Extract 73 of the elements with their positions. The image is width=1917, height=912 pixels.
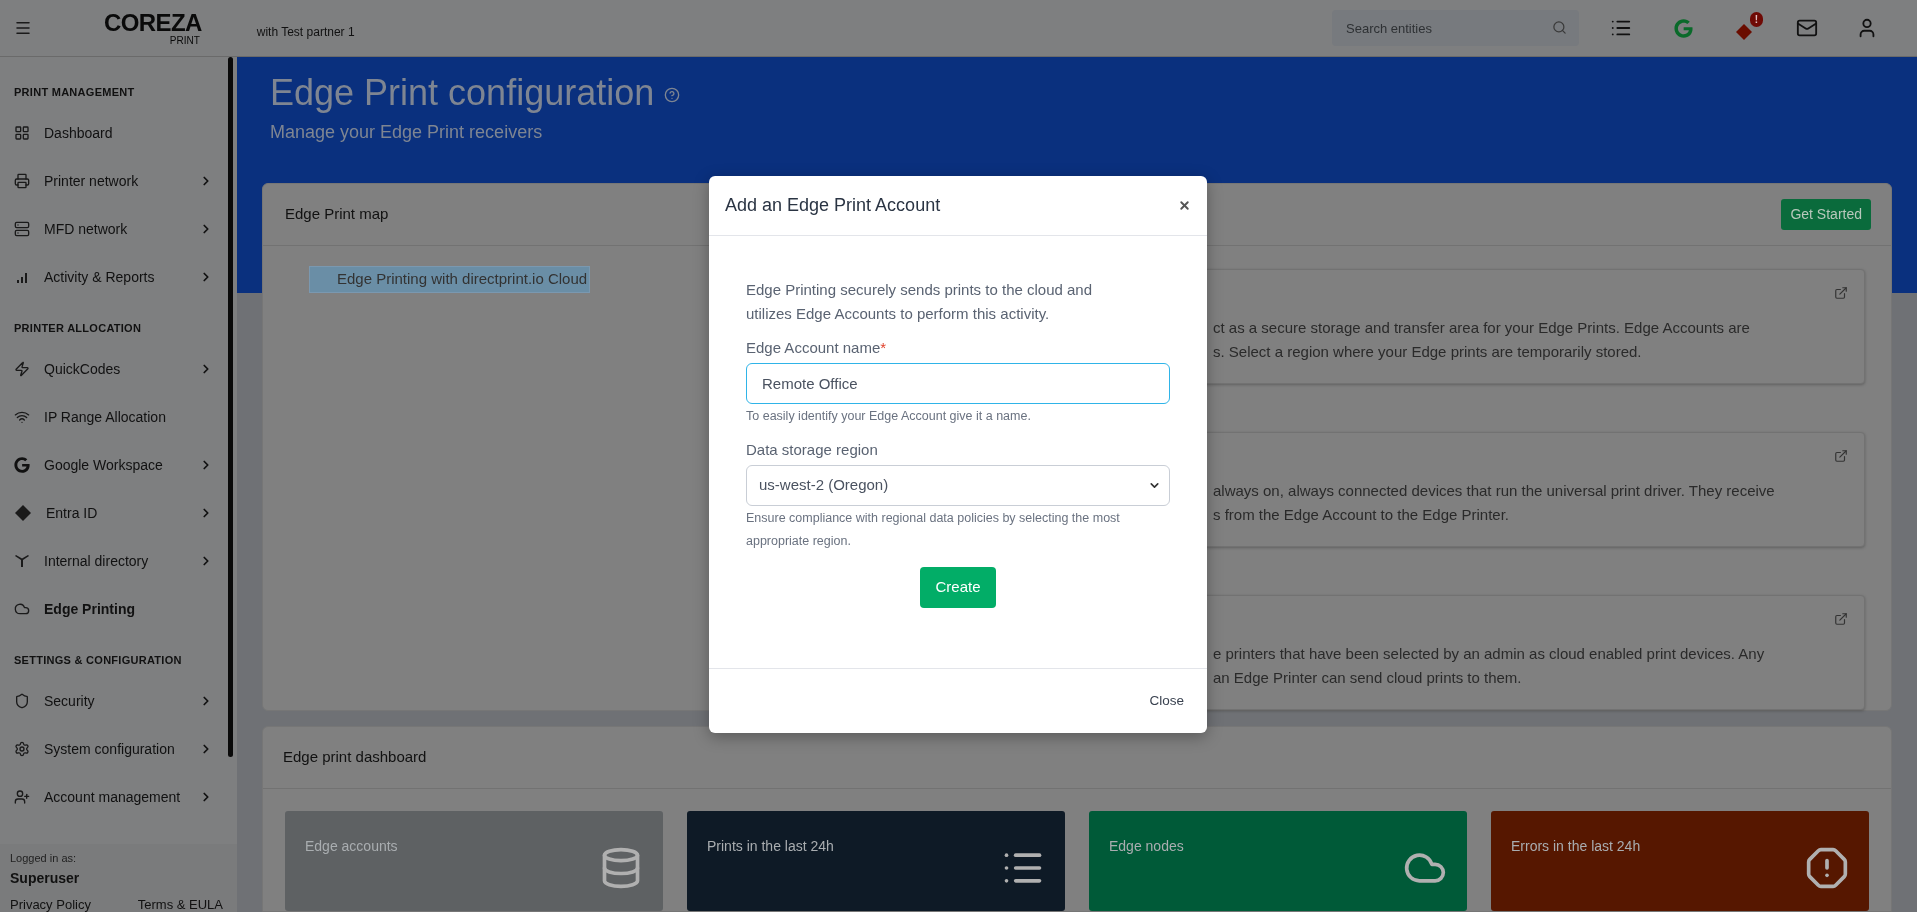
modal-intro: Edge Printing securely sends prints to the cloud and utilizes Edge Accounts to perform this activity.	[746, 280, 1094, 324]
lightning-icon	[14, 361, 30, 377]
section-heading: SETTINGS & CONFIGURATION	[13, 653, 183, 668]
tile-label: Edge accounts	[305, 837, 398, 854]
grid-icon	[14, 125, 30, 141]
tile-label: Errors in the last 24h	[1511, 837, 1641, 854]
external-link-icon[interactable]	[1834, 612, 1848, 626]
google-icon	[14, 457, 30, 473]
field-label: Edge Account name*	[746, 339, 887, 356]
diamond-icon	[14, 504, 32, 522]
field-label: Data storage region	[746, 441, 878, 458]
cloud-icon	[14, 601, 30, 617]
external-link-icon[interactable]	[1834, 449, 1848, 463]
close-icon-button[interactable]	[1177, 198, 1191, 213]
diamond-icon	[1734, 22, 1754, 42]
close-button[interactable]: Close	[1149, 690, 1184, 712]
nav-item[interactable]: System configuration	[0, 725, 237, 773]
diamond-button[interactable]: !	[1731, 10, 1765, 46]
nav-item[interactable]: Dashboard	[0, 109, 237, 157]
footer-link[interactable]: Privacy Policy	[10, 894, 91, 912]
settings-icon	[14, 741, 30, 757]
page-title: Edge Print configuration	[270, 71, 655, 115]
logo-subtitle: PRINT	[169, 35, 200, 46]
nav-item[interactable]: Entra ID	[0, 489, 237, 537]
help-text: To easily identify your Edge Account give it a name.	[746, 408, 1032, 425]
nav-item[interactable]: Account management	[0, 773, 237, 821]
shield-icon	[14, 693, 30, 709]
description-line: ct as a secure storage and transfer area for your Edge Prints. Edge Accounts are	[1213, 318, 1751, 338]
footer-link[interactable]: Terms & EULA	[137, 894, 223, 912]
search-field[interactable]: Search entities	[1332, 10, 1579, 46]
external-link-icon[interactable]	[1834, 286, 1848, 300]
tile-label: Edge nodes	[1109, 837, 1184, 854]
scrollbar-thumb[interactable]	[228, 57, 233, 757]
nav-item[interactable]: Google Workspace	[0, 441, 237, 489]
search-icon[interactable]	[1552, 20, 1567, 35]
user-add-icon	[14, 789, 30, 805]
wifi-icon	[14, 409, 30, 425]
printer-icon	[14, 173, 30, 189]
nav-item[interactable]: IP Range Allocation	[0, 393, 237, 441]
help-text: Ensure compliance with regional data policies by selecting the most appropriate region.	[746, 510, 1121, 550]
alert-icon	[1805, 846, 1849, 890]
description-line: always on, always connected devices that run the universal print driver. They receive	[1213, 481, 1776, 501]
section-heading: PRINTER ALLOCATION	[13, 321, 143, 336]
nav-item[interactable]: Printer network	[0, 157, 237, 205]
modal-title: Add an Edge Print Account	[725, 194, 941, 217]
select-field[interactable]: us-west-2 (Oregon)	[746, 465, 1170, 506]
description-line: e printers that have been selected by an admin as cloud enabled print devices. Any	[1213, 644, 1766, 664]
alert-badge: !	[1750, 12, 1763, 27]
nav-item[interactable]: Activity & Reports	[0, 253, 237, 301]
nav-item[interactable]: Security	[0, 677, 237, 725]
get-started-button[interactable]: Get Started	[1781, 199, 1871, 230]
card-title: Edge Print map	[285, 204, 389, 225]
card-title: Edge print dashboard	[283, 747, 427, 768]
create-button[interactable]: Create	[920, 567, 996, 608]
nav-item[interactable]: Internal directory	[0, 537, 237, 585]
tree-node[interactable]: Edge Printing with directprint.io Cloud	[309, 266, 591, 293]
branch-icon	[14, 553, 30, 569]
logo-text: COREZA	[104, 10, 202, 35]
page-subtitle: Manage your Edge Print receivers	[270, 121, 544, 144]
description-line: s. Select a region where your Edge prints are temporarily stored.	[1213, 342, 1643, 362]
nav-item[interactable]: MFD network	[0, 205, 237, 253]
nav-item[interactable]: Edge Printing	[0, 585, 237, 633]
user-name: Superuser	[10, 868, 81, 888]
section-heading: PRINT MANAGEMENT	[13, 85, 136, 100]
description-line: an Edge Printer can send cloud prints to them.	[1213, 668, 1523, 688]
help-icon[interactable]	[664, 87, 681, 103]
description-line: s from the Edge Account to the Edge Printer.	[1213, 505, 1510, 525]
nav-item[interactable]: QuickCodes	[0, 345, 237, 393]
partner-label: with Test partner 1	[256, 24, 355, 41]
tile-label: Prints in the last 24h	[707, 837, 834, 854]
text-field[interactable]: Remote Office	[746, 363, 1170, 404]
menu-button[interactable]	[14, 19, 32, 37]
logged-in-label: Logged in as:	[10, 851, 78, 866]
